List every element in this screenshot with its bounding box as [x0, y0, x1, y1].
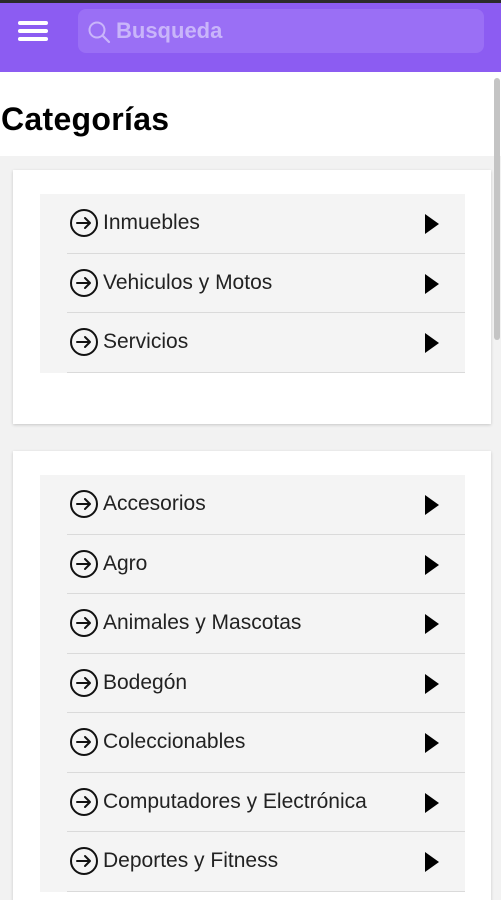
- category-group-card: Inmuebles Vehiculos y Motos Servicios: [13, 170, 491, 424]
- scrollbar[interactable]: [494, 78, 500, 340]
- caret-right-icon: [425, 792, 439, 813]
- hamburger-menu-icon[interactable]: [18, 18, 48, 44]
- category-label: Bodegón: [103, 670, 188, 694]
- app-header: [0, 0, 501, 72]
- caret-right-icon: [425, 614, 439, 634]
- arrow-right-circle-icon: [70, 549, 98, 578]
- category-label: Vehiculos y Motos: [103, 270, 273, 294]
- search-icon: [88, 21, 111, 44]
- category-label: Coleccionables: [103, 730, 246, 753]
- category-item-accesorios[interactable]: Accesorios: [40, 475, 465, 535]
- arrow-right-circle-icon: [70, 328, 98, 356]
- arrow-right-circle-icon: [70, 728, 98, 756]
- category-label: Deportes y Fitness: [103, 849, 279, 872]
- category-item-servicios[interactable]: Servicios: [40, 313, 465, 373]
- arrow-right-circle-icon: [70, 490, 98, 518]
- category-item-vehiculos[interactable]: Vehiculos y Motos: [40, 254, 465, 314]
- caret-right-icon: [425, 333, 439, 353]
- category-item-coleccionables[interactable]: Coleccionables: [40, 713, 465, 773]
- category-item-agro[interactable]: Agro: [40, 535, 465, 595]
- search-bar[interactable]: [78, 9, 484, 53]
- arrow-right-circle-icon: [70, 847, 98, 875]
- category-list: Accesorios Agro Animales y Mascotas Bode…: [40, 475, 465, 892]
- arrow-right-circle-icon: [70, 787, 98, 816]
- category-label: Servicios: [103, 330, 189, 353]
- caret-right-icon: [425, 495, 439, 515]
- category-group-card: Accesorios Agro Animales y Mascotas Bode…: [13, 451, 491, 900]
- category-label: Accesorios: [103, 492, 206, 515]
- category-item-inmuebles[interactable]: Inmuebles: [40, 194, 465, 254]
- arrow-right-circle-icon: [70, 609, 98, 637]
- category-label: Agro: [103, 551, 148, 575]
- search-input[interactable]: [116, 15, 466, 47]
- caret-right-icon: [425, 273, 439, 294]
- arrow-right-circle-icon: [70, 209, 98, 237]
- category-label: Computadores y Electrónica: [103, 789, 367, 813]
- caret-right-icon: [425, 852, 439, 872]
- caret-right-icon: [425, 673, 439, 694]
- category-label: Inmuebles: [103, 211, 200, 234]
- caret-right-icon: [425, 733, 439, 753]
- caret-right-icon: [425, 214, 439, 234]
- category-item-deportes[interactable]: Deportes y Fitness: [40, 832, 465, 892]
- category-item-bodegon[interactable]: Bodegón: [40, 654, 465, 714]
- page-title: Categorías: [1, 101, 170, 137]
- category-item-animales[interactable]: Animales y Mascotas: [40, 594, 465, 654]
- arrow-right-circle-icon: [70, 268, 98, 297]
- arrow-right-circle-icon: [70, 668, 98, 697]
- category-item-computadores[interactable]: Computadores y Electrónica: [40, 773, 465, 833]
- category-label: Animales y Mascotas: [103, 611, 302, 634]
- category-list: Inmuebles Vehiculos y Motos Servicios: [40, 194, 465, 373]
- caret-right-icon: [425, 554, 439, 575]
